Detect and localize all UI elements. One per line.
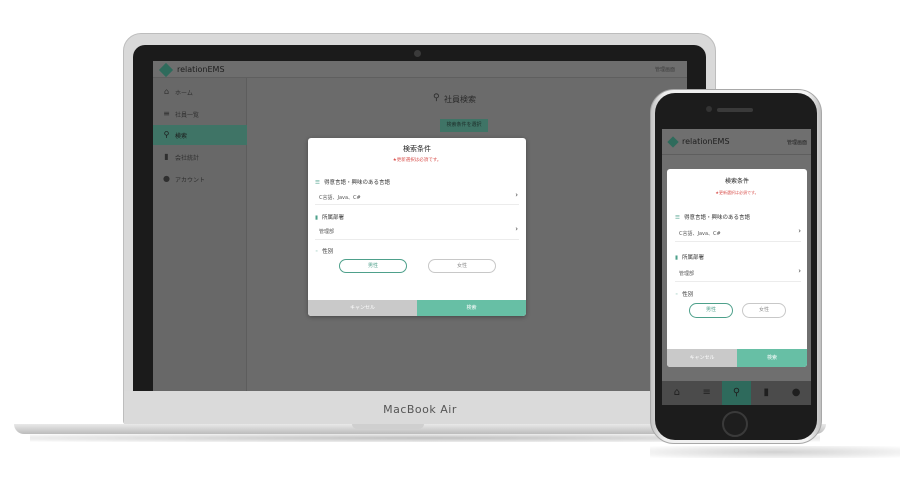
- divider: [315, 204, 519, 205]
- app-name: relationEMS: [682, 137, 730, 146]
- dot-icon: ◦: [675, 292, 679, 298]
- tab-employee-list[interactable]: ≡: [692, 381, 722, 405]
- user-icon: ●: [163, 174, 170, 183]
- list-icon: ☰: [315, 180, 320, 186]
- home-icon: ⌂: [163, 87, 170, 96]
- required-note: ★更新選択は必須です。: [392, 158, 442, 163]
- phone-speaker: [717, 108, 753, 112]
- search-button[interactable]: 検索: [737, 349, 807, 367]
- sidebar-item-company-stats[interactable]: ▮ 会社統計: [153, 147, 247, 167]
- bar-chart-icon: ▮: [164, 152, 169, 161]
- search-icon: ⚲: [732, 387, 741, 398]
- divider: [315, 239, 519, 240]
- search-criteria-modal: 検索条件 ★更新選択は必須です。 ☰ 得意言語・興味のある言語 C言語、Java、…: [667, 169, 807, 367]
- laptop-screen: relationEMS 管理画面 ⌂ ホーム ≡ 社員一覧 ⚲ 検索 ▮ 会社統…: [153, 61, 687, 391]
- section-label: 所属部署: [682, 255, 705, 261]
- gender-female-button[interactable]: 女性: [742, 303, 786, 318]
- sidebar-item-label: 検索: [175, 133, 188, 140]
- user-icon: ●: [791, 387, 801, 398]
- gender-male-button[interactable]: 男性: [689, 303, 733, 318]
- dot-icon: ◦: [315, 249, 319, 255]
- tab-home[interactable]: ⌂: [662, 381, 692, 405]
- languages-value[interactable]: C言語、Java、C#: [319, 194, 361, 201]
- select-criteria-button[interactable]: 検索条件を選択: [440, 119, 488, 132]
- home-icon: ⌂: [673, 387, 681, 398]
- search-button[interactable]: 検索: [417, 300, 526, 316]
- department-value[interactable]: 管理部: [679, 270, 694, 277]
- divider: [675, 241, 801, 242]
- laptop-camera: [414, 50, 421, 57]
- admin-link[interactable]: 管理画面: [787, 139, 807, 146]
- bar-chart-icon: ▮: [763, 387, 770, 398]
- cancel-button[interactable]: キャンセル: [667, 349, 737, 367]
- logo-icon: [667, 136, 679, 148]
- sidebar-item-search[interactable]: ⚲ 検索: [153, 125, 247, 145]
- sidebar-item-account[interactable]: ● アカウント: [153, 169, 247, 189]
- sidebar-item-employee-list[interactable]: ≡ 社員一覧: [153, 104, 247, 124]
- cancel-button[interactable]: キャンセル: [308, 300, 417, 316]
- required-note: ★更新選択は必須です。: [715, 190, 759, 195]
- gender-male-button[interactable]: 男性: [339, 259, 407, 273]
- bottom-tab-bar: ⌂ ≡ ⚲ ▮ ●: [662, 381, 811, 405]
- section-label: 性別: [682, 292, 694, 298]
- sidebar: ⌂ ホーム ≡ 社員一覧 ⚲ 検索 ▮ 会社統計 ● アカウント: [153, 78, 247, 391]
- modal-title: 検索条件: [403, 145, 431, 153]
- device-mockup-stage: relationEMS 管理画面 ⌂ ホーム ≡ 社員一覧 ⚲ 検索 ▮ 会社統…: [0, 0, 912, 479]
- sidebar-item-label: ホーム: [175, 90, 193, 97]
- app-name: relationEMS: [177, 65, 225, 74]
- phone-shadow: [650, 446, 900, 458]
- page-title: 社員検索: [444, 95, 476, 104]
- search-criteria-modal: 検索条件 ★更新選択は必須です。 ☰ 得意言語・興味のある言語 C言語、Java、…: [308, 138, 526, 316]
- modal-title: 検索条件: [724, 178, 749, 185]
- logo-icon: [158, 62, 174, 78]
- search-icon: ⚲: [433, 93, 440, 103]
- tab-account[interactable]: ●: [781, 381, 811, 405]
- section-label: 得意言語・興味のある言語: [323, 180, 390, 186]
- chevron-right-icon[interactable]: ›: [515, 191, 518, 199]
- divider: [675, 281, 801, 282]
- top-bar: relationEMS 管理画面: [153, 61, 687, 78]
- tab-search[interactable]: ⚲: [721, 381, 752, 405]
- sidebar-item-label: 会社統計: [175, 155, 200, 162]
- sidebar-item-label: アカウント: [175, 177, 206, 184]
- section-languages-label: ☰ 得意言語・興味のある言語: [315, 178, 390, 186]
- device-label: MacBook Air: [383, 403, 457, 416]
- department-value[interactable]: 管理部: [319, 228, 334, 235]
- gender-female-button[interactable]: 女性: [428, 259, 496, 273]
- section-label: 得意言語・興味のある言語: [683, 215, 750, 221]
- section-gender-label: ◦ 性別: [675, 290, 693, 298]
- admin-link[interactable]: 管理画面: [655, 66, 675, 73]
- list-icon: ≡: [702, 387, 711, 398]
- section-label: 性別: [322, 249, 334, 255]
- tab-company-stats[interactable]: ▮: [751, 381, 781, 405]
- languages-value[interactable]: C言語、Java、C#: [679, 230, 721, 237]
- chevron-right-icon[interactable]: ›: [515, 225, 518, 233]
- chevron-right-icon[interactable]: ›: [798, 227, 801, 235]
- sidebar-item-home[interactable]: ⌂ ホーム: [153, 82, 247, 102]
- chevron-right-icon[interactable]: ›: [798, 267, 801, 275]
- section-label: 所属部署: [322, 215, 345, 221]
- section-department-label: ▮ 所属部署: [675, 253, 704, 261]
- sidebar-item-label: 社員一覧: [175, 112, 200, 119]
- laptop-notch: [352, 424, 424, 429]
- top-bar: relationEMS 管理画面: [662, 129, 811, 155]
- search-icon: ⚲: [163, 130, 170, 139]
- section-languages-label: ☰ 得意言語・興味のある言語: [675, 213, 750, 221]
- phone-screen: relationEMS 管理画面 検索条件 ★更新選択は必須です。 ☰ 得意言語・…: [662, 129, 811, 405]
- list-icon: ≡: [163, 109, 170, 118]
- section-department-label: ▮ 所属部署: [315, 213, 344, 221]
- phone-home-button: [722, 411, 748, 437]
- building-icon: ▮: [315, 215, 319, 221]
- list-icon: ☰: [675, 215, 680, 221]
- section-gender-label: ◦ 性別: [315, 247, 333, 255]
- building-icon: ▮: [675, 255, 679, 261]
- phone-camera: [706, 106, 712, 112]
